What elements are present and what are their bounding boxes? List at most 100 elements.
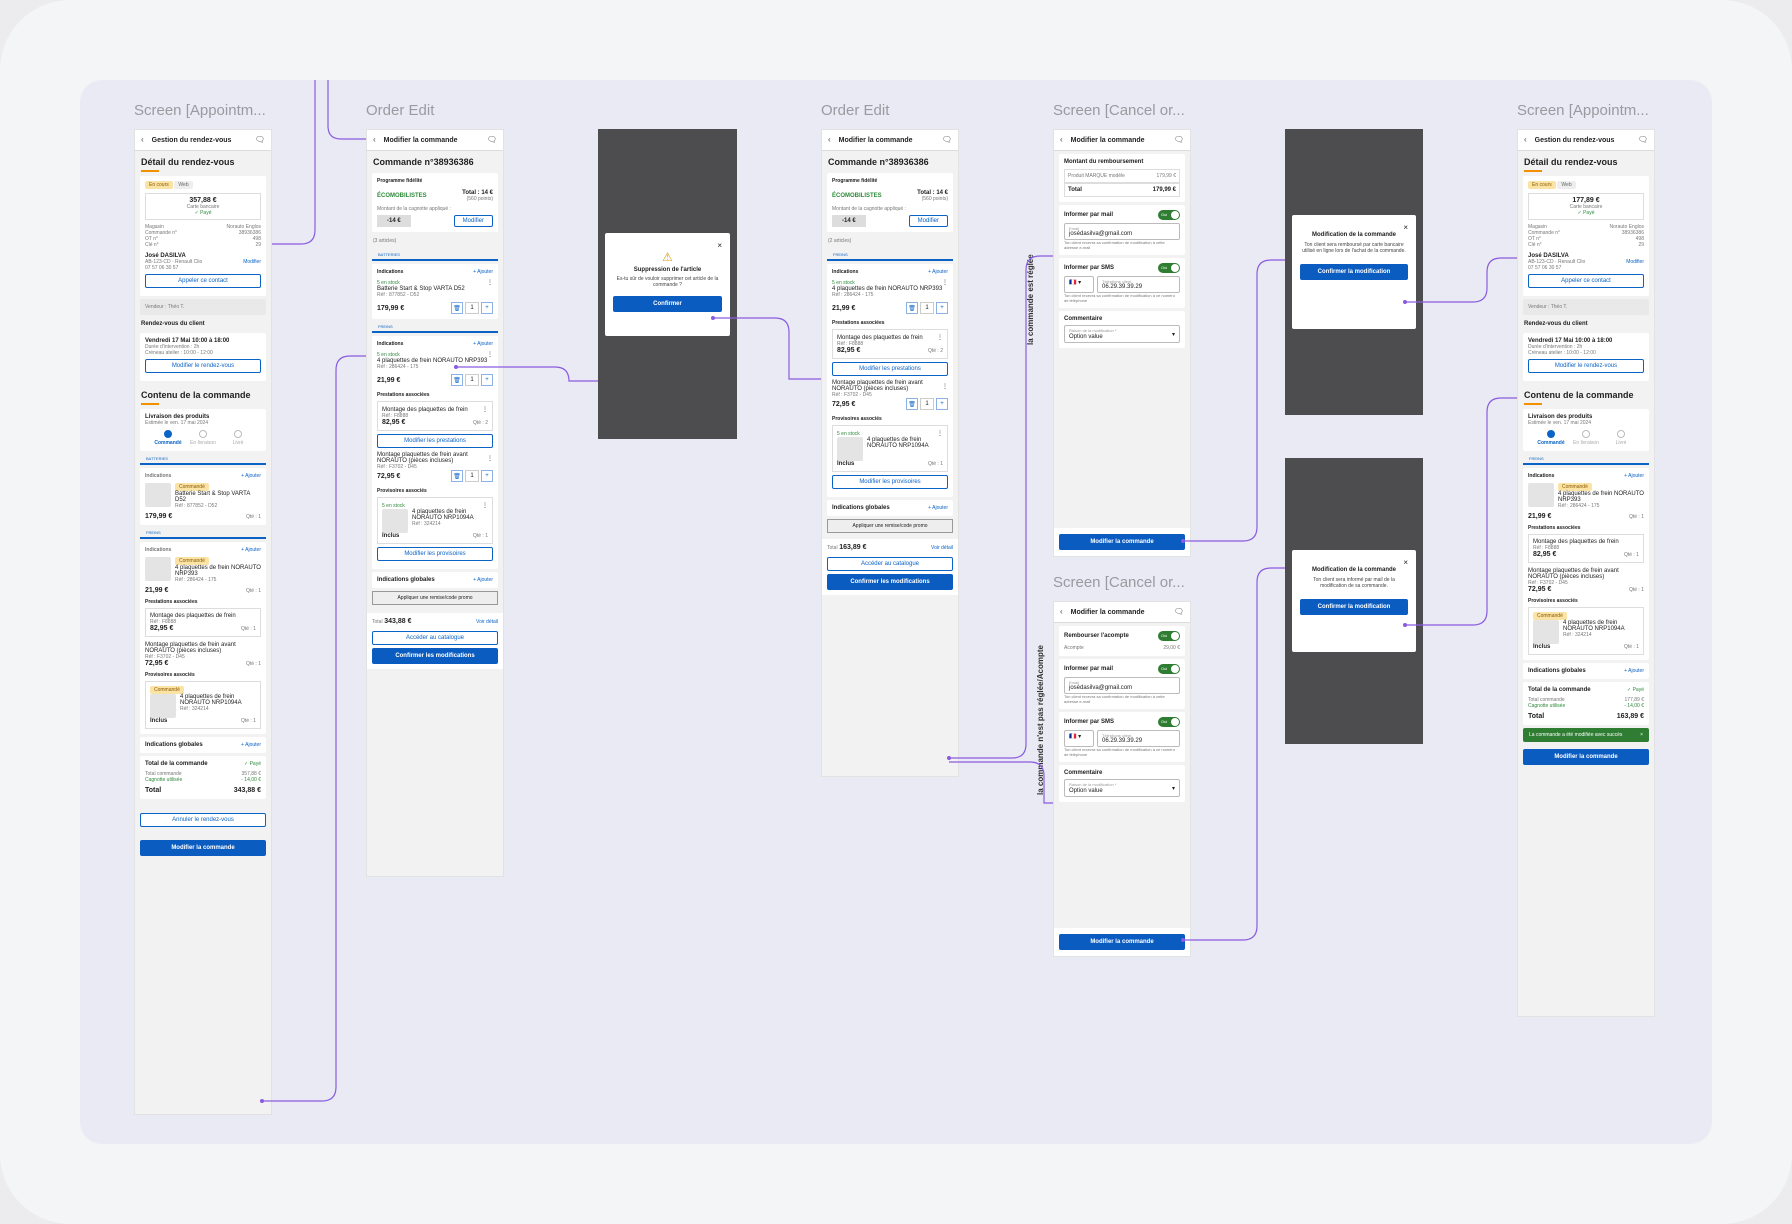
add-link[interactable]: + Ajouter (1624, 668, 1644, 674)
quantity-stepper[interactable]: 🗑 1 + (451, 470, 493, 482)
back-icon[interactable]: ‹ (1060, 608, 1063, 616)
add-link[interactable]: + Ajouter (473, 341, 493, 347)
back-icon[interactable]: ‹ (1524, 136, 1527, 144)
back-icon[interactable]: ‹ (373, 136, 376, 144)
confirm-modification-button[interactable]: Confirmer la modification (1300, 264, 1408, 280)
edit-rdv-button[interactable]: Modifier le rendez-vous (145, 359, 261, 373)
country-select[interactable]: 🇫🇷 ▾ (1064, 730, 1094, 747)
back-icon[interactable]: ‹ (828, 136, 831, 144)
confirm-modification-button[interactable]: Confirmer la modification (1300, 599, 1408, 615)
chat-icon[interactable]: 🗨 (1638, 136, 1648, 144)
catalog-button[interactable]: Accéder au catalogue (827, 557, 953, 571)
edit-rdv-button[interactable]: Modifier le rendez-vous (1528, 359, 1644, 373)
add-link[interactable]: + Ajouter (241, 473, 261, 479)
submit-edit-button[interactable]: Modifier la commande (1059, 534, 1185, 550)
close-icon[interactable]: × (613, 241, 722, 250)
plus-icon[interactable]: + (936, 302, 948, 314)
email-field[interactable]: Email josédasilva@gmail.com (1064, 223, 1180, 240)
mail-toggle[interactable]: Oui (1158, 210, 1180, 220)
plus-icon[interactable]: + (481, 374, 493, 386)
more-icon[interactable]: ⋮ (937, 430, 943, 437)
call-contact-button[interactable]: Appeler ce contact (1528, 274, 1644, 288)
close-icon[interactable]: × (1300, 223, 1408, 232)
confirm-delete-button[interactable]: Confirmer (613, 296, 722, 312)
edit-order-button[interactable]: Modifier la commande (140, 840, 266, 856)
more-icon[interactable]: ⋮ (942, 383, 948, 390)
modify-cagnotte-button[interactable]: Modifier (908, 215, 948, 227)
add-link[interactable]: + Ajouter (473, 269, 493, 275)
phone-value[interactable]: 06.29.39.39.29 (1102, 284, 1175, 290)
see-detail-link[interactable]: Voir détail (931, 545, 953, 551)
chat-icon[interactable]: 🗨 (942, 136, 952, 144)
add-link[interactable]: + Ajouter (241, 547, 261, 553)
phone-field[interactable]: Téléphone client 06.29.39.39.29 (1097, 730, 1180, 747)
quantity-stepper[interactable]: 🗑 1 + (451, 374, 493, 386)
catalog-button[interactable]: Accéder au catalogue (372, 631, 498, 645)
reason-value[interactable]: Option value (1069, 334, 1103, 340)
trash-icon[interactable]: 🗑 (906, 398, 918, 410)
add-link[interactable]: + Ajouter (928, 269, 948, 275)
email-value[interactable]: josédasilva@gmail.com (1069, 685, 1175, 691)
plus-icon[interactable]: + (481, 302, 493, 314)
back-icon[interactable]: ‹ (141, 136, 144, 144)
chat-icon[interactable]: 🗨 (487, 136, 497, 144)
edit-services-button[interactable]: Modifier les prestations (832, 362, 948, 376)
promo-button[interactable]: Appliquer une remise/code promo (372, 591, 498, 605)
cancel-rdv-button[interactable]: Annuler le rendez-vous (140, 813, 266, 827)
mail-toggle[interactable]: Oui (1158, 664, 1180, 674)
close-icon[interactable]: × (1300, 558, 1408, 567)
plus-icon[interactable]: + (481, 470, 493, 482)
more-icon[interactable]: ⋮ (942, 279, 948, 286)
sms-toggle[interactable]: Oui (1158, 263, 1180, 273)
quantity-value[interactable]: 1 (920, 302, 934, 314)
edit-provisional-button[interactable]: Modifier les provisoires (832, 475, 948, 489)
quantity-stepper[interactable]: 🗑 1 + (451, 302, 493, 314)
trash-icon[interactable]: 🗑 (906, 302, 918, 314)
phone-value[interactable]: 06.29.39.39.29 (1102, 738, 1175, 744)
see-detail-link[interactable]: Voir détail (476, 619, 498, 625)
sms-toggle[interactable]: Oui (1158, 717, 1180, 727)
quantity-value[interactable]: 1 (465, 470, 479, 482)
more-icon[interactable]: ⋮ (937, 334, 943, 341)
quantity-value[interactable]: 1 (465, 374, 479, 386)
trash-icon[interactable]: 🗑 (451, 374, 463, 386)
add-link[interactable]: + Ajouter (928, 505, 948, 511)
more-icon[interactable]: ⋮ (487, 455, 493, 462)
confirm-changes-button[interactable]: Confirmer les modifications (372, 648, 498, 664)
back-icon[interactable]: ‹ (1060, 136, 1063, 144)
trash-icon[interactable]: 🗑 (451, 302, 463, 314)
edit-provisional-button[interactable]: Modifier les provisoires (377, 547, 493, 561)
call-contact-button[interactable]: Appeler ce contact (145, 274, 261, 288)
acompte-toggle[interactable]: Oui (1158, 631, 1180, 641)
phone-field[interactable]: Téléphone client 06.29.39.39.29 (1097, 276, 1180, 293)
confirm-changes-button[interactable]: Confirmer les modifications (827, 574, 953, 590)
country-select[interactable]: 🇫🇷 ▾ (1064, 276, 1094, 293)
chat-icon[interactable]: 🗨 (1174, 136, 1184, 144)
quantity-stepper[interactable]: 🗑 1 + (906, 398, 948, 410)
add-link[interactable]: + Ajouter (1624, 473, 1644, 479)
promo-button[interactable]: Appliquer une remise/code promo (827, 519, 953, 533)
reason-select[interactable]: Raison de la modification * Option value ▾ (1064, 325, 1180, 343)
email-field[interactable]: Email josédasilva@gmail.com (1064, 677, 1180, 694)
modify-cagnotte-button[interactable]: Modifier (453, 215, 493, 227)
edit-order-button[interactable]: Modifier la commande (1523, 749, 1649, 765)
more-icon[interactable]: ⋮ (482, 406, 488, 413)
more-icon[interactable]: ⋮ (487, 279, 493, 286)
reason-value[interactable]: Option value (1069, 788, 1103, 794)
chat-icon[interactable]: 🗨 (1174, 608, 1184, 616)
plus-icon[interactable]: + (936, 398, 948, 410)
edit-services-button[interactable]: Modifier les prestations (377, 434, 493, 448)
add-link[interactable]: + Ajouter (473, 577, 493, 583)
quantity-value[interactable]: 1 (465, 302, 479, 314)
modify-link[interactable]: Modifier (243, 259, 261, 265)
reason-select[interactable]: Raison de la modification * Option value ▾ (1064, 779, 1180, 797)
email-value[interactable]: josédasilva@gmail.com (1069, 231, 1175, 237)
trash-icon[interactable]: 🗑 (451, 470, 463, 482)
add-link[interactable]: + Ajouter (241, 742, 261, 748)
more-icon[interactable]: ⋮ (487, 351, 493, 358)
modify-link[interactable]: Modifier (1626, 259, 1644, 265)
quantity-value[interactable]: 1 (920, 398, 934, 410)
more-icon[interactable]: ⋮ (482, 502, 488, 509)
quantity-stepper[interactable]: 🗑 1 + (906, 302, 948, 314)
submit-edit-button[interactable]: Modifier la commande (1059, 934, 1185, 950)
